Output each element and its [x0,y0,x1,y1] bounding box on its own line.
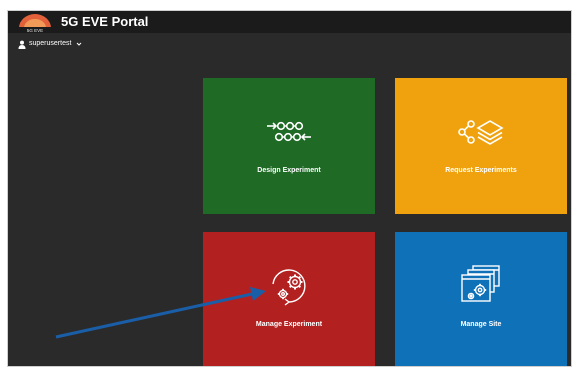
design-experiment-tile[interactable]: Design Experiment [203,78,375,214]
site-windows-gear-icon [461,265,500,302]
manage-site-label: Manage Site [460,321,502,328]
username-label: superusertest [29,40,72,47]
manage-experiment-tile[interactable]: Manage Experiment [203,232,375,366]
manage-experiment-label: Manage Experiment [255,321,323,328]
svg-text:5G EVE: 5G EVE [27,28,43,33]
request-experiments-tile[interactable]: Request Experiments [395,78,567,214]
user-icon [18,40,26,49]
top-bar: 5G EVE 5G EVE Portal [8,11,571,33]
chevron-down-icon [77,42,82,46]
portal-title: 5G EVE Portal [61,14,149,29]
share-layers-icon [458,120,504,145]
workflow-icon [267,121,311,142]
gears-cycle-icon [272,269,306,306]
design-experiment-label: Design Experiment [257,167,321,174]
5g-eve-logo: 5G EVE [17,14,53,33]
request-experiments-label: Request Experiments [445,167,517,174]
portal-window: 5G EVE 5G EVE Portal superusertest Desig… [7,10,572,367]
manage-site-tile[interactable]: Manage Site [395,232,567,366]
user-menu[interactable]: superusertest [18,39,82,49]
